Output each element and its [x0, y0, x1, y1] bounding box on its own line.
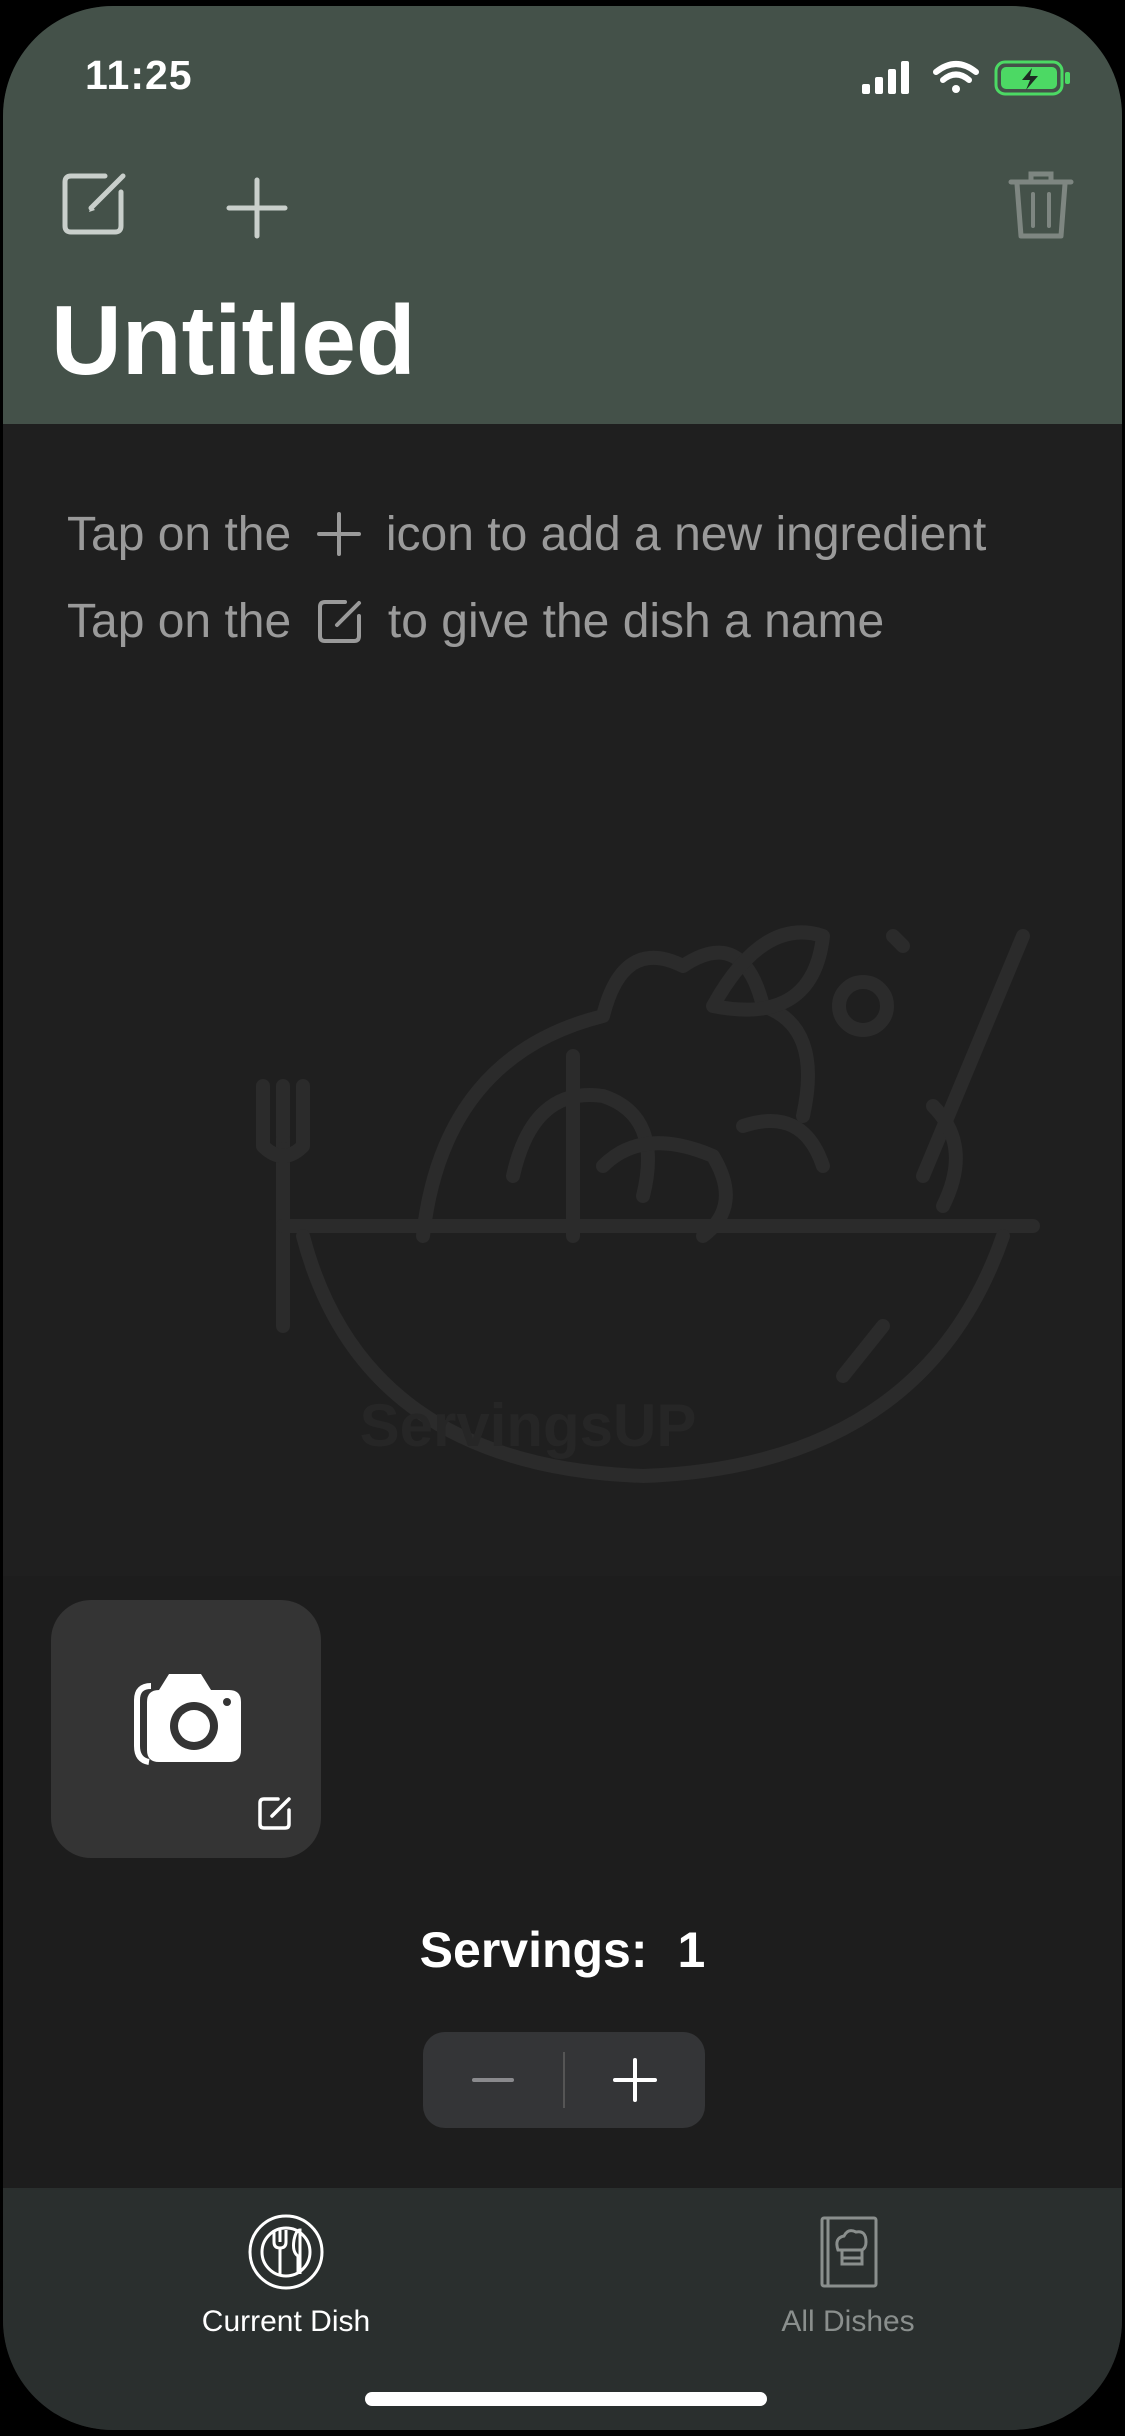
plus-icon [613, 2058, 657, 2102]
decrease-servings-button[interactable] [423, 2032, 563, 2128]
servings-display: Servings: 1 [3, 1921, 1122, 1979]
tab-current-dish[interactable]: Current Dish [136, 2212, 436, 2339]
servings-value: 1 [677, 1922, 706, 1978]
tab-all-dishes[interactable]: All Dishes [698, 2212, 998, 2339]
header: 11:25 Untitled [3, 6, 1122, 424]
edit-photo-icon [258, 1797, 291, 1830]
servings-stepper [423, 2032, 705, 2128]
hint-add-ingredient-prefix: Tap on the [67, 507, 292, 561]
watermark-text: ServingsUP [360, 1392, 697, 1459]
tab-all-dishes-label: All Dishes [781, 2305, 915, 2338]
hint-add-ingredient-suffix: icon to add a new ingredient [385, 507, 987, 561]
tab-bar: Current Dish All Dishes [3, 2188, 1122, 2430]
app-screen: 11:25 Untitled Tap on the icon to add a … [3, 6, 1122, 2430]
cellular-signal-icon [862, 61, 909, 94]
servingsup-watermark-logo: ServingsUP [256, 925, 1040, 1483]
hint-name-dish: Tap on the to give the dish a name [67, 591, 884, 649]
wifi-icon [933, 61, 979, 93]
trash-icon [1008, 171, 1074, 239]
plate-cutlery-icon [248, 2214, 324, 2290]
delete-dish-button[interactable] [1001, 164, 1081, 244]
servings-label: Servings: [419, 1922, 648, 1978]
hint-name-dish-prefix: Tap on the [67, 594, 292, 648]
home-indicator [365, 2392, 767, 2406]
square-pencil-icon [317, 600, 361, 644]
minus-icon [472, 2078, 514, 2082]
recipe-book-icon [820, 2216, 878, 2288]
hint-add-ingredient: Tap on the icon to add a new ingredient [67, 504, 986, 562]
plus-icon [316, 512, 361, 557]
status-icons [862, 58, 1082, 98]
dish-title[interactable]: Untitled [51, 284, 416, 397]
edit-name-button[interactable] [55, 164, 135, 244]
add-photo-button[interactable] [51, 1600, 321, 1858]
increase-servings-button[interactable] [565, 2032, 705, 2128]
status-time: 11:25 [85, 52, 193, 98]
battery-charging-icon [994, 60, 1070, 96]
square-pencil-icon [62, 173, 126, 235]
plus-icon [226, 177, 288, 239]
add-ingredient-button[interactable] [217, 168, 297, 248]
tab-current-dish-label: Current Dish [201, 2305, 371, 2338]
hint-name-dish-suffix: to give the dish a name [387, 594, 885, 648]
